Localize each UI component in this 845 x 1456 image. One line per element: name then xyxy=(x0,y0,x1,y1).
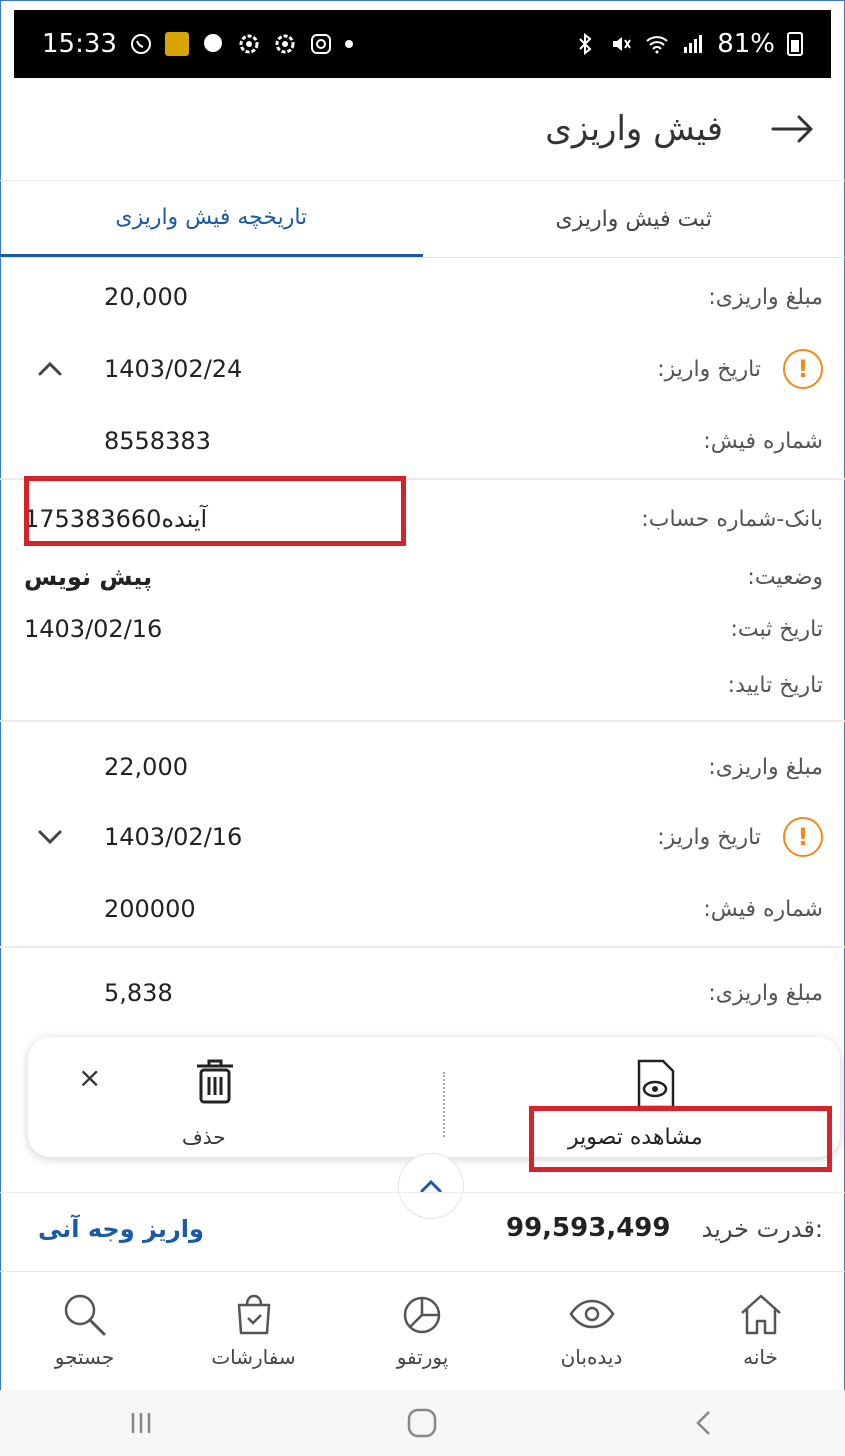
confirm-date-label: تاریخ تایید: xyxy=(727,672,823,698)
warning-icon: ! xyxy=(783,817,823,857)
whatsapp-icon xyxy=(130,34,151,54)
deposit-date-label: تاریخ واریز: xyxy=(657,824,761,850)
purchase-power-label: قدرت خرید: xyxy=(701,1215,823,1243)
system-nav-bar xyxy=(0,1390,845,1456)
receipt-number-label: شماره فیش: xyxy=(703,428,823,454)
receipt-number-value: 200000 xyxy=(104,895,196,923)
status-time: 15:33 xyxy=(42,29,117,59)
receipt-2-number-row: شماره فیش: 200000 xyxy=(0,882,845,936)
divider-dots xyxy=(443,1072,447,1137)
receipt-1-number-row: شماره فیش: 8558383 xyxy=(0,414,845,468)
tab-bar: ثبت فیش واریزی تاریخچه فیش واریزی xyxy=(0,180,845,258)
receipt-2-date-row: ! تاریخ واریز: 1403/02/16 xyxy=(0,810,845,864)
mute-icon xyxy=(613,37,632,51)
close-icon[interactable]: × xyxy=(78,1061,101,1094)
nav-label: خانه xyxy=(743,1345,778,1369)
battery-level: 81% xyxy=(717,29,775,59)
bank-account-label: بانک-شماره حساب: xyxy=(641,506,823,532)
bank-highlight-box xyxy=(24,476,406,546)
delete-button-label[interactable]: حذف xyxy=(182,1125,226,1149)
bottom-nav: خانه دیده‌بان پورتفو سفارشات جستجو xyxy=(0,1270,845,1390)
wifi-icon xyxy=(646,36,668,54)
eye-icon xyxy=(568,1299,615,1329)
registration-date-label: تاریخ ثبت: xyxy=(730,616,823,642)
nav-item-home[interactable]: خانه xyxy=(676,1270,845,1390)
nav-label: دیده‌بان xyxy=(560,1345,623,1369)
warning-icon: ! xyxy=(783,349,823,389)
back-button-icon[interactable] xyxy=(684,1403,724,1443)
amount-label: مبلغ واریزی: xyxy=(708,980,823,1006)
status-value: پیش نویس xyxy=(24,563,153,591)
nav-label: پورتفو xyxy=(396,1345,449,1369)
trash-icon[interactable] xyxy=(193,1057,237,1105)
app-notification-icon xyxy=(164,32,189,56)
deposit-date-label: تاریخ واریز: xyxy=(657,356,761,382)
amount-value: 5,838 xyxy=(104,979,173,1007)
receipt-2-amount-row: مبلغ واریزی: 22,000 xyxy=(0,740,845,794)
status-bar-left: 15:33 xyxy=(42,29,353,59)
bluetooth-icon xyxy=(579,32,592,56)
tab-register-receipt[interactable]: ثبت فیش واریزی xyxy=(423,181,845,257)
receipt-1-reg-date-row: تاریخ ثبت: 1403/02/16 xyxy=(0,602,845,656)
purchase-power-value: 99,593,499 xyxy=(506,1213,671,1243)
amount-value: 22,000 xyxy=(104,753,188,781)
recent-apps-icon[interactable] xyxy=(121,1403,161,1443)
nav-item-search[interactable]: جستجو xyxy=(0,1270,169,1390)
amount-label: مبلغ واریزی: xyxy=(708,754,823,780)
settings-icon xyxy=(239,34,259,54)
deposit-date-value: 1403/02/24 xyxy=(104,355,243,383)
divider xyxy=(0,946,845,948)
search-icon xyxy=(64,1294,105,1336)
chevron-up-icon[interactable] xyxy=(36,355,64,383)
instagram-icon xyxy=(310,34,331,54)
pie-chart-icon xyxy=(403,1296,440,1334)
battery-icon xyxy=(787,32,803,56)
divider xyxy=(0,720,845,722)
nav-item-portfolio[interactable]: پورتفو xyxy=(338,1270,507,1390)
image-view-icon[interactable] xyxy=(635,1059,675,1109)
settings-icon-2 xyxy=(275,34,295,54)
amount-label: مبلغ واریزی: xyxy=(708,284,823,310)
status-bar-right: 81% xyxy=(573,29,803,59)
app-header: فیش واریزی xyxy=(0,78,845,180)
chevron-down-icon[interactable] xyxy=(36,823,64,851)
purchase-power-bar: قدرت خرید: 99,593,499 واریز وجه آنی xyxy=(0,1192,845,1272)
status-bar: 15:33 81% xyxy=(14,10,831,78)
amount-value: 20,000 xyxy=(104,283,188,311)
nav-item-watchlist[interactable]: دیده‌بان xyxy=(507,1270,676,1390)
receipt-number-value: 8558383 xyxy=(104,427,211,455)
more-notifications-dot xyxy=(344,40,353,48)
receipt-1-confirm-date-row: تاریخ تایید: xyxy=(0,658,845,712)
chat-icon xyxy=(203,34,222,52)
back-arrow-icon[interactable] xyxy=(763,99,823,159)
deposit-date-value: 1403/02/16 xyxy=(104,823,243,851)
view-image-highlight-box xyxy=(529,1106,832,1172)
tab-receipt-history[interactable]: تاریخچه فیش واریزی xyxy=(0,181,423,257)
instant-deposit-link[interactable]: واریز وجه آنی xyxy=(38,1215,204,1243)
home-icon xyxy=(740,1294,781,1335)
nav-label: سفارشات xyxy=(211,1345,296,1369)
nav-item-orders[interactable]: سفارشات xyxy=(169,1270,338,1390)
receipt-1-status-row: وضعیت: پیش نویس xyxy=(0,550,845,604)
home-button-icon[interactable] xyxy=(402,1403,442,1443)
signal-icon xyxy=(684,35,703,53)
page-title: فیش واریزی xyxy=(545,109,723,149)
receipt-1-amount-row: مبلغ واریزی: 20,000 xyxy=(0,270,845,324)
receipt-3-amount-row: مبلغ واریزی: 5,838 xyxy=(0,966,845,1020)
nav-label: جستجو xyxy=(54,1345,115,1369)
bag-icon xyxy=(237,1294,270,1335)
registration-date-value: 1403/02/16 xyxy=(24,615,163,643)
receipt-1-date-row: ! تاریخ واریز: 1403/02/24 xyxy=(0,342,845,396)
receipt-number-label: شماره فیش: xyxy=(703,896,823,922)
status-label: وضعیت: xyxy=(747,564,823,590)
